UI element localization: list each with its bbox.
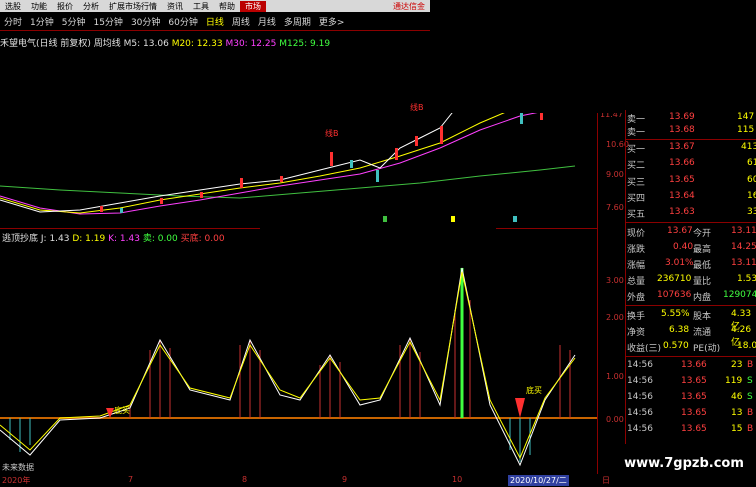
period-multi[interactable]: 多周期 [280,15,315,28]
date-axis: 2020年 7 8 9 10 2020/10/27/二 日 [2,475,610,486]
occluded-region [260,222,496,266]
stat-row: 净资 6.38 流通 4.26亿 [627,325,752,348]
stat-row: 外盘 107636 内盘 129074 [627,290,756,303]
quote-panel-border [625,110,626,444]
sell-row[interactable]: 卖一 13.69 147 [627,112,756,125]
period-5min[interactable]: 5分钟 [58,15,90,28]
indicator-axis-tick: 0.00 [606,415,624,424]
stat-row: 涨跌 0.40 最高 14.25 [627,242,756,255]
stat-row: 总量 236710 量比 1.53 [627,274,756,287]
main-axis-tick: 9.00 [606,170,624,179]
candles [100,110,543,213]
indicator-bars-up [129,300,571,418]
watermark: www.7gpzb.com [612,455,756,473]
tick-row: 14:56 13.66 23 B [627,360,754,370]
buy-row[interactable]: 买一 13.67 413 [627,142,756,155]
buy-signal-label: 底买 [526,385,542,395]
buy-row[interactable]: 买四 13.64 16 [627,191,756,204]
indicator-chart[interactable]: 底买 底买 未来数据 [0,240,597,474]
period-daily[interactable]: 日线 [202,15,228,28]
future-data-note: 未来数据 [2,462,34,472]
menu-app-title: 通达信金 [393,1,425,11]
tick-row: 14:56 13.65 119 S [627,376,753,386]
menu-item-function[interactable]: 功能 [26,1,52,12]
sell-row[interactable]: 卖一 13.68 115 [627,125,756,138]
period-bar: 分时 1分钟 5分钟 15分钟 30分钟 60分钟 日线 周线 月线 多周期 更… [0,13,430,29]
menu-item-tools[interactable]: 工具 [188,1,214,12]
period-1min[interactable]: 1分钟 [26,15,58,28]
menu-item-analysis[interactable]: 分析 [78,1,104,12]
annotation-line-b2: 线B [410,102,424,112]
stat-row: 涨幅 3.01% 最低 13.11 [627,258,756,271]
occluded-region [430,0,756,113]
buy-row[interactable]: 买三 13.65 60 [627,175,756,188]
buy-row[interactable]: 买五 13.63 33 [627,207,756,220]
indicator-axis-tick: 2.00 [606,313,624,322]
menu-item-help[interactable]: 帮助 [214,1,240,12]
menu-item-news[interactable]: 资讯 [162,1,188,12]
tick-row: 14:56 13.65 13 B [627,408,754,418]
tick-row: 14:56 13.65 46 S [627,392,753,402]
period-monthly[interactable]: 月线 [254,15,280,28]
menu-item-market[interactable]: 市场 [240,0,266,12]
period-weekly[interactable]: 周线 [228,15,254,28]
divider [0,30,430,31]
period-more[interactable]: 更多> [315,15,349,28]
stat-row: 收益(三) 0.570 PE(动) 18.0 [627,341,756,354]
period-15min[interactable]: 15分钟 [89,15,126,28]
indicator-bars-down [9,418,531,462]
stat-row: 换手 5.55% 股本 4.33亿 [627,309,752,332]
cursor-date: 2020/10/27/二 [508,475,569,486]
main-axis-tick: 7.60 [606,203,624,212]
buy-row[interactable]: 买二 13.66 61 [627,158,756,171]
menu-bar: 选股 功能 报价 分析 扩展市场行情 资讯 工具 帮助 市场 通达信金 [0,0,430,12]
menu-item-quote[interactable]: 报价 [52,1,78,12]
stat-row: 现价 13.67 今开 13.11 [627,226,756,239]
indicator-axis-tick: 1.00 [606,372,624,381]
indicator-axis-tick: 3.00 [606,276,624,285]
menu-item-extended-market[interactable]: 扩展市场行情 [104,1,162,12]
buy-signal-label: 底买 [114,405,130,415]
period-intraday[interactable]: 分时 [0,15,26,28]
tick-row: 14:56 13.65 15 B [627,424,754,434]
annotation-line-b: 线B [325,128,339,138]
period-30min[interactable]: 30分钟 [127,15,164,28]
menu-item-select[interactable]: 选股 [0,1,26,12]
period-60min[interactable]: 60分钟 [164,15,201,28]
